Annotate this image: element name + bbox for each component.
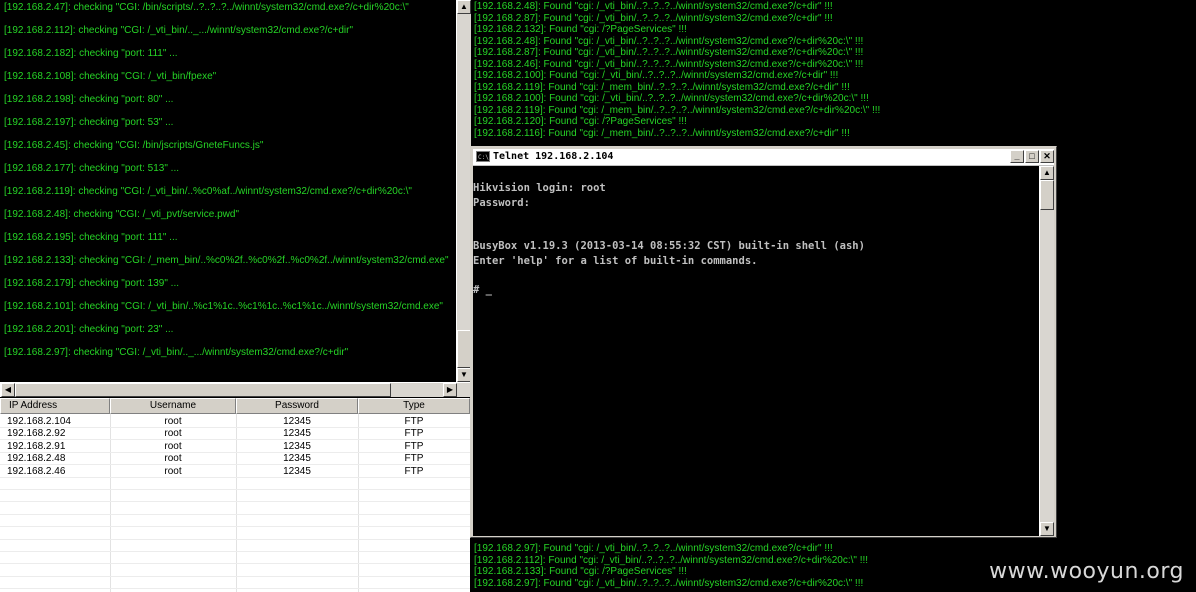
- scan-log-line: [192.168.2.177]: checking "port: 513" ..…: [4, 163, 179, 174]
- minimize-button[interactable]: _: [1010, 150, 1024, 163]
- svg-text:C:\: C:\: [478, 154, 489, 161]
- cell-type: FTP: [404, 416, 424, 427]
- cell-ip: 192.168.2.91: [7, 440, 66, 452]
- scan-log-line: [192.168.2.119]: checking "CGI: /_vti_bi…: [4, 186, 412, 197]
- scroll-left-arrow-icon[interactable]: ◀: [1, 383, 15, 397]
- found-log-line: [192.168.2.87]: Found "cgi: /_vti_bin/..…: [474, 47, 864, 58]
- scan-log-line: [192.168.2.198]: checking "port: 80" ...: [4, 94, 174, 105]
- found-log-line: [192.168.2.97]: Found "cgi: /_vti_bin/..…: [474, 577, 864, 589]
- console-icon: C:\: [476, 151, 490, 162]
- found-log-line: [192.168.2.119]: Found "cgi: /_mem_bin/.…: [474, 81, 850, 93]
- credentials-table: IP Address Username Password Type 192.16…: [0, 398, 470, 592]
- scan-log-line: [192.168.2.45]: checking "CGI: /bin/jscr…: [4, 140, 264, 151]
- found-log-line: [192.168.2.100]: Found "cgi: /_vti_bin/.…: [474, 93, 869, 104]
- cell-ip: 192.168.2.48: [7, 453, 66, 465]
- column-header-username[interactable]: Username: [110, 398, 236, 414]
- scan-log-scrollbar[interactable]: ▲ ▼: [456, 0, 471, 382]
- console-line: # _: [473, 283, 492, 296]
- found-log-line: [192.168.2.112]: Found "cgi: /_vti_bin/.…: [474, 554, 869, 566]
- found-log-line: [192.168.2.97]: Found "cgi: /_vti_bin/..…: [474, 543, 833, 554]
- console-scroll-up-icon[interactable]: ▲: [1040, 166, 1054, 180]
- cell-username: root: [164, 416, 182, 427]
- scan-log-line: [192.168.2.182]: checking "port: 111" ..…: [4, 48, 178, 59]
- scan-log-line: [192.168.2.47]: checking "CGI: /bin/scri…: [4, 2, 409, 13]
- scan-log-panel: [192.168.2.47]: checking "CGI: /bin/scri…: [0, 0, 458, 382]
- found-log-line: [192.168.2.133]: Found "cgi: /?PageServi…: [474, 566, 687, 577]
- cell-type: FTP: [404, 440, 424, 452]
- scan-log-line: [192.168.2.201]: checking "port: 23" ...: [4, 324, 174, 335]
- cell-ip: 192.168.2.46: [7, 465, 66, 477]
- scan-log-hscrollbar[interactable]: ◀ ▶: [0, 382, 471, 397]
- column-header-ip[interactable]: IP Address: [0, 398, 110, 414]
- console-scroll-thumb[interactable]: [1040, 180, 1054, 210]
- close-button[interactable]: ✕: [1040, 150, 1054, 163]
- scan-log-line: [192.168.2.112]: checking "CGI: /_vti_bi…: [4, 25, 354, 36]
- found-log-line: [192.168.2.120]: Found "cgi: /?PageServi…: [474, 116, 687, 127]
- console-scroll-down-icon[interactable]: ▼: [1040, 522, 1054, 536]
- cell-ip: 192.168.2.92: [7, 428, 66, 440]
- found-log-line: [192.168.2.132]: Found "cgi: /?PageServi…: [474, 24, 687, 35]
- cell-password: 12345: [283, 440, 311, 452]
- hscroll-thumb[interactable]: [15, 383, 391, 397]
- found-log-line: [192.168.2.100]: Found "cgi: /_vti_bin/.…: [474, 70, 839, 81]
- cell-username: root: [164, 465, 182, 477]
- found-log-line: [192.168.2.87]: Found "cgi: /_vti_bin/..…: [474, 12, 833, 24]
- telnet-title: Telnet 192.168.2.104: [493, 151, 614, 162]
- scan-log-line: [192.168.2.97]: checking "CGI: /_vti_bin…: [4, 347, 349, 358]
- console-scrollbar[interactable]: ▲ ▼: [1039, 166, 1054, 536]
- scan-log-line: [192.168.2.195]: checking "port: 111" ..…: [4, 232, 178, 243]
- scan-log-line: [192.168.2.101]: checking "CGI: /_vti_bi…: [4, 301, 443, 312]
- found-log-line: [192.168.2.48]: Found "cgi: /_vti_bin/..…: [474, 1, 833, 12]
- cell-type: FTP: [404, 453, 424, 465]
- cell-password: 12345: [283, 416, 311, 427]
- cell-username: root: [164, 440, 182, 452]
- scroll-right-arrow-icon[interactable]: ▶: [443, 383, 457, 397]
- cell-username: root: [164, 428, 182, 440]
- scan-log-line: [192.168.2.133]: checking "CGI: /_mem_bi…: [4, 255, 449, 266]
- telnet-console[interactable]: Hikvision login: root Password: BusyBox v1…: [473, 166, 1039, 536]
- cell-type: FTP: [404, 465, 424, 477]
- console-line: Password:: [473, 196, 530, 209]
- scroll-thumb[interactable]: [457, 330, 471, 368]
- scroll-up-arrow-icon[interactable]: ▲: [457, 0, 471, 14]
- found-log-line: [192.168.2.46]: Found "cgi: /_vti_bin/..…: [474, 58, 864, 70]
- cell-password: 12345: [283, 453, 311, 465]
- scan-log-line: [192.168.2.48]: checking "CGI: /_vti_pvt…: [4, 209, 239, 220]
- scan-log-line: [192.168.2.108]: checking "CGI: /_vti_bi…: [4, 71, 217, 82]
- cell-username: root: [164, 453, 182, 465]
- telnet-window[interactable]: C:\ Telnet 192.168.2.104 _ □ ✕ Hikvision…: [470, 146, 1057, 538]
- console-line: Hikvision login: root: [473, 182, 606, 194]
- scan-log-line: [192.168.2.179]: checking "port: 139" ..…: [4, 278, 179, 289]
- cell-password: 12345: [283, 428, 311, 440]
- maximize-button[interactable]: □: [1025, 150, 1039, 163]
- column-header-type[interactable]: Type: [358, 398, 470, 414]
- cell-password: 12345: [283, 465, 311, 477]
- found-log-line: [192.168.2.116]: Found "cgi: /_mem_bin/.…: [474, 127, 850, 139]
- scroll-down-arrow-icon[interactable]: ▼: [457, 368, 471, 382]
- console-line: Enter 'help' for a list of built-in comm…: [473, 254, 758, 267]
- console-line: BusyBox v1.19.3 (2013-03-14 08:55:32 CST…: [473, 240, 865, 252]
- telnet-titlebar[interactable]: C:\ Telnet 192.168.2.104 _ □ ✕: [473, 149, 1054, 166]
- cell-type: FTP: [404, 428, 424, 440]
- found-log-line: [192.168.2.48]: Found "cgi: /_vti_bin/..…: [474, 35, 864, 47]
- scan-log-line: [192.168.2.197]: checking "port: 53" ...: [4, 117, 174, 128]
- column-header-password[interactable]: Password: [236, 398, 358, 414]
- found-log-line: [192.168.2.119]: Found "cgi: /_mem_bin/.…: [474, 104, 881, 116]
- watermark: www.wooyun.org: [989, 559, 1184, 584]
- cell-ip: 192.168.2.104: [7, 416, 71, 427]
